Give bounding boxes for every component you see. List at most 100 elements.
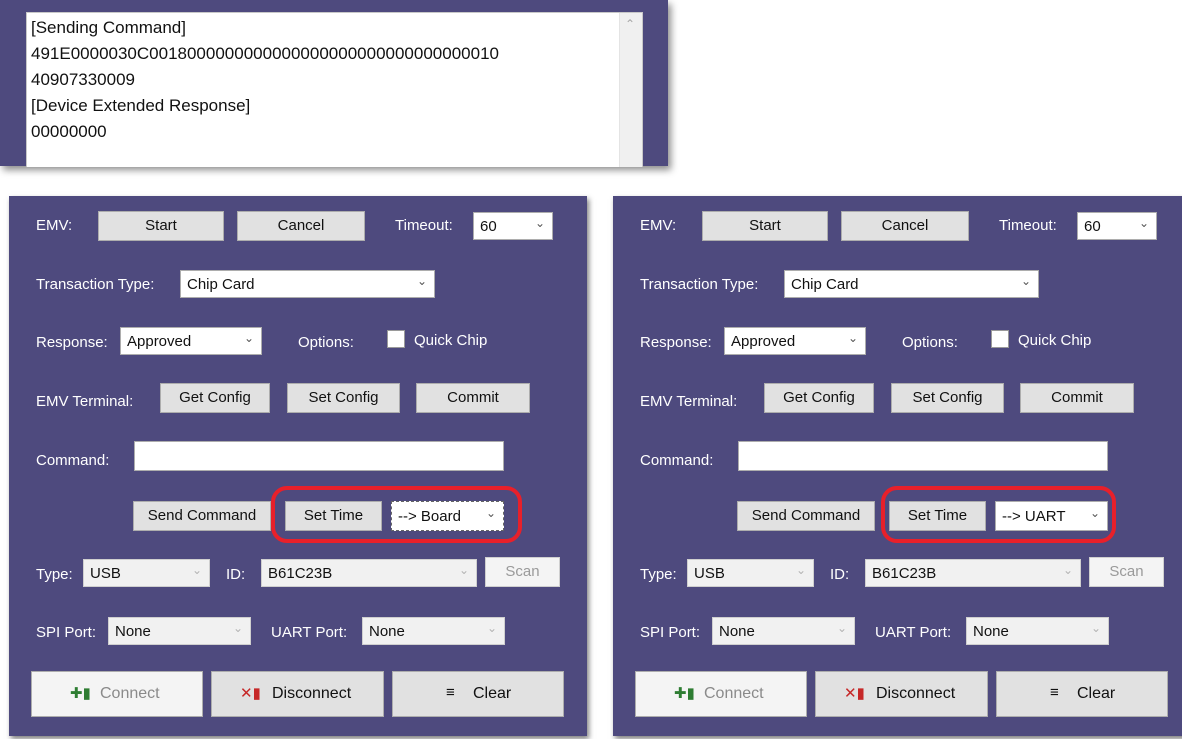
chevron-down-icon: ⌄ [232, 621, 243, 635]
highlight-outline [271, 486, 522, 543]
uart-port-value: None [369, 623, 405, 640]
chevron-down-icon: ⌄ [486, 621, 497, 635]
get-config-button[interactable]: Get Config [764, 383, 874, 413]
transaction-type-select[interactable]: Chip Card ⌄ [180, 270, 435, 298]
clear-button[interactable]: ≡ Clear [392, 671, 564, 717]
spi-port-value: None [719, 623, 755, 640]
spi-port-label: SPI Port: [36, 624, 97, 641]
clear-list-icon: ≡ [446, 684, 455, 701]
response-select[interactable]: Approved ⌄ [724, 327, 866, 355]
log-line: [Sending Command] [31, 18, 186, 37]
plug-plus-icon: ✚▮ [674, 685, 695, 702]
chevron-down-icon: ⌄ [191, 563, 202, 577]
timeout-label: Timeout: [395, 217, 453, 234]
transaction-type-label: Transaction Type: [640, 276, 759, 293]
type-value: USB [694, 565, 725, 582]
chevron-down-icon: ⌄ [534, 216, 545, 230]
disconnect-button[interactable]: ✕▮ Disconnect [211, 671, 384, 717]
disconnect-label: Disconnect [272, 685, 352, 702]
id-select[interactable]: B61C23B ⌄ [865, 559, 1081, 587]
id-label: ID: [830, 566, 850, 583]
spi-port-select[interactable]: None ⌄ [712, 617, 855, 645]
clear-label: Clear [473, 685, 512, 702]
disconnect-button[interactable]: ✕▮ Disconnect [815, 671, 988, 717]
response-select[interactable]: Approved ⌄ [120, 327, 262, 355]
id-value: B61C23B [268, 565, 333, 582]
spi-port-select[interactable]: None ⌄ [108, 617, 251, 645]
send-command-button[interactable]: Send Command [737, 501, 875, 531]
command-label: Command: [36, 452, 110, 469]
spi-port-value: None [115, 623, 151, 640]
uart-port-label: UART Port: [875, 624, 952, 641]
log-textbox[interactable]: [Sending Command] 491E0000030C0018000000… [26, 12, 643, 167]
transaction-type-select[interactable]: Chip Card ⌄ [784, 270, 1039, 298]
chevron-down-icon: ⌄ [1062, 563, 1073, 577]
timeout-value: 60 [1084, 218, 1101, 235]
options-label: Options: [298, 334, 354, 351]
chevron-down-icon: ⌄ [1020, 274, 1031, 288]
clear-button[interactable]: ≡ Clear [996, 671, 1168, 717]
set-config-button[interactable]: Set Config [891, 383, 1004, 413]
timeout-select[interactable]: 60 ⌄ [1077, 212, 1157, 240]
id-select[interactable]: B61C23B ⌄ [261, 559, 477, 587]
set-config-button[interactable]: Set Config [287, 383, 400, 413]
type-value: USB [90, 565, 121, 582]
quick-chip-label: Quick Chip [414, 332, 488, 349]
cancel-button[interactable]: Cancel [237, 211, 365, 241]
command-input[interactable] [738, 441, 1108, 471]
get-config-button[interactable]: Get Config [160, 383, 270, 413]
connect-button[interactable]: ✚▮ Connect [635, 671, 807, 717]
quick-chip-checkbox[interactable] [991, 330, 1009, 348]
uart-port-select[interactable]: None ⌄ [966, 617, 1109, 645]
plug-x-icon: ✕▮ [240, 685, 261, 702]
emv-label: EMV: [36, 217, 73, 234]
response-label: Response: [36, 334, 108, 351]
uart-port-value: None [973, 623, 1009, 640]
scan-button[interactable]: Scan [1089, 557, 1164, 587]
type-select[interactable]: USB ⌄ [687, 559, 814, 587]
command-input[interactable] [134, 441, 504, 471]
timeout-value: 60 [480, 218, 497, 235]
device-panel-left: EMV: Start Cancel Timeout: 60 ⌄ Transact… [9, 196, 587, 736]
chevron-down-icon: ⌄ [836, 621, 847, 635]
type-label: Type: [640, 566, 677, 583]
chevron-down-icon: ⌄ [243, 331, 254, 345]
chevron-down-icon: ⌄ [1138, 216, 1149, 230]
connect-button[interactable]: ✚▮ Connect [31, 671, 203, 717]
send-command-button[interactable]: Send Command [133, 501, 271, 531]
plug-x-icon: ✕▮ [844, 685, 865, 702]
type-label: Type: [36, 566, 73, 583]
emv-terminal-label: EMV Terminal: [36, 393, 134, 410]
start-button[interactable]: Start [702, 211, 828, 241]
start-button[interactable]: Start [98, 211, 224, 241]
timeout-select[interactable]: 60 ⌄ [473, 212, 553, 240]
clear-label: Clear [1077, 685, 1116, 702]
spi-port-label: SPI Port: [640, 624, 701, 641]
commit-button[interactable]: Commit [1020, 383, 1134, 413]
log-window: [Sending Command] 491E0000030C0018000000… [0, 0, 668, 167]
chevron-up-icon[interactable]: ⌃ [625, 17, 635, 31]
chevron-down-icon: ⌄ [1090, 621, 1101, 635]
highlight-outline [881, 486, 1116, 543]
chevron-down-icon: ⌄ [795, 563, 806, 577]
plug-plus-icon: ✚▮ [70, 685, 91, 702]
timeout-label: Timeout: [999, 217, 1057, 234]
log-scrollbar[interactable]: ⌃ [619, 13, 642, 167]
type-select[interactable]: USB ⌄ [83, 559, 210, 587]
cancel-button[interactable]: Cancel [841, 211, 969, 241]
response-label: Response: [640, 334, 712, 351]
log-line: 40907330009 [31, 70, 136, 89]
response-value: Approved [731, 333, 796, 350]
commit-button[interactable]: Commit [416, 383, 530, 413]
quick-chip-checkbox[interactable] [387, 330, 405, 348]
scan-button[interactable]: Scan [485, 557, 560, 587]
chevron-down-icon: ⌄ [416, 274, 427, 288]
command-label: Command: [640, 452, 714, 469]
transaction-type-label: Transaction Type: [36, 276, 155, 293]
chevron-down-icon: ⌄ [458, 563, 469, 577]
uart-port-select[interactable]: None ⌄ [362, 617, 505, 645]
device-panel-right: EMV: Start Cancel Timeout: 60 ⌄ Transact… [613, 196, 1182, 736]
log-line: [Device Extended Response] [31, 96, 251, 115]
emv-terminal-label: EMV Terminal: [640, 393, 738, 410]
id-label: ID: [226, 566, 246, 583]
